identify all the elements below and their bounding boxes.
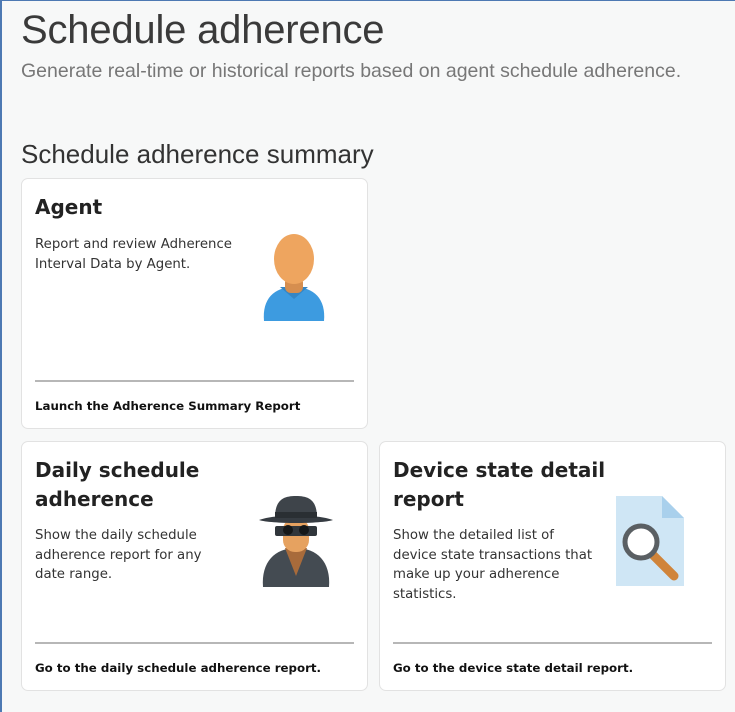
window-frame-left <box>0 0 2 712</box>
window-frame-top <box>0 0 735 1</box>
card-daily-divider <box>35 642 354 644</box>
card-daily-title: Daily schedule adherence <box>35 458 200 511</box>
page-title: Schedule adherence <box>21 8 385 52</box>
section-title: Schedule adherence summary <box>21 139 374 169</box>
spy-detective-icon <box>255 492 337 588</box>
card-daily-link[interactable]: Go to the daily schedule adherence repor… <box>35 661 361 675</box>
card-daily-schedule-adherence[interactable]: Daily schedule adherence Show the daily … <box>21 441 368 691</box>
agent-person-icon <box>256 229 332 325</box>
card-agent-description: Report and review Adherence Interval Dat… <box>35 237 232 272</box>
card-agent-title: Agent <box>35 195 103 219</box>
document-search-icon <box>612 494 692 590</box>
card-device-state-detail-report[interactable]: Device state detail report Show the deta… <box>379 441 726 691</box>
card-daily-description: Show the daily schedule adherence report… <box>35 528 202 582</box>
card-agent[interactable]: Agent Report and review Adherence Interv… <box>21 178 368 429</box>
card-agent-link[interactable]: Launch the Adherence Summary Report <box>35 399 361 413</box>
card-device-description: Show the detailed list of device state t… <box>393 528 593 602</box>
page-subtitle: Generate real-time or historical reports… <box>21 60 682 82</box>
card-device-title: Device state detail report <box>393 458 606 511</box>
card-agent-divider <box>35 380 354 382</box>
card-device-divider <box>393 642 712 644</box>
card-device-link[interactable]: Go to the device state detail report. <box>393 661 719 675</box>
